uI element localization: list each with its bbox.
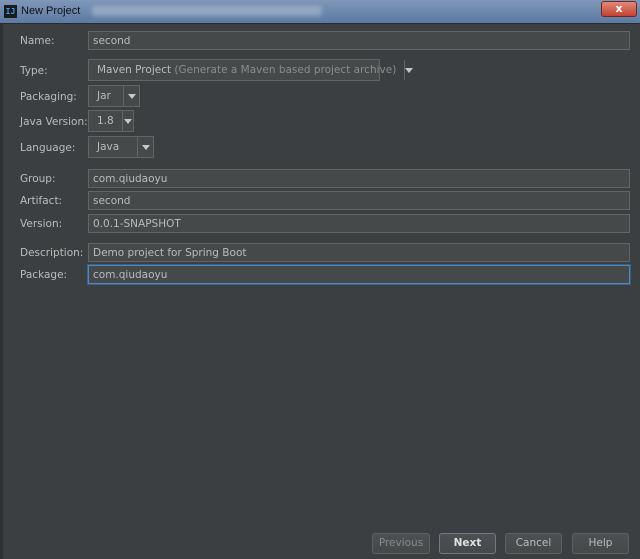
package-field[interactable]: com.qiudaoyu bbox=[88, 265, 630, 284]
type-hint: (Generate a Maven based project archive) bbox=[171, 64, 397, 76]
package-label: Package: bbox=[20, 269, 68, 281]
chevron-down-icon[interactable] bbox=[123, 86, 139, 106]
type-value: Maven Project bbox=[97, 64, 172, 76]
version-row: Version: 0.0.1-SNAPSHOT bbox=[0, 214, 640, 236]
packaging-row: Packaging: Jar bbox=[0, 85, 640, 107]
packaging-label: Packaging: bbox=[20, 91, 77, 103]
version-field[interactable]: 0.0.1-SNAPSHOT bbox=[88, 214, 630, 233]
previous-button-label: Previous bbox=[378, 537, 424, 549]
cancel-button-label: Cancel bbox=[515, 537, 552, 549]
next-button[interactable]: Next bbox=[439, 533, 496, 554]
artifact-label: Artifact: bbox=[20, 195, 63, 207]
close-button[interactable]: x bbox=[601, 1, 637, 17]
group-field[interactable]: com.qiudaoyu bbox=[88, 169, 630, 188]
description-row: Description: Demo project for Spring Boo… bbox=[0, 243, 640, 265]
language-row: Language: Java bbox=[0, 136, 640, 158]
chevron-down-icon[interactable] bbox=[137, 137, 153, 157]
help-button[interactable]: Help bbox=[572, 533, 629, 554]
button-bar: Previous Next Cancel Help bbox=[0, 533, 640, 555]
type-label: Type: bbox=[20, 65, 48, 77]
help-button-label: Help bbox=[588, 537, 613, 549]
name-field[interactable]: second bbox=[88, 31, 630, 50]
packaging-select[interactable]: Jar bbox=[88, 85, 140, 107]
artifact-field[interactable]: second bbox=[88, 191, 630, 210]
java-version-select[interactable]: 1.8 bbox=[88, 110, 134, 132]
intellij-icon: IJ bbox=[4, 5, 17, 18]
package-row: Package: com.qiudaoyu bbox=[0, 265, 640, 287]
title-bar: IJ New Project x bbox=[0, 0, 640, 24]
previous-button[interactable]: Previous bbox=[372, 533, 430, 554]
cancel-button[interactable]: Cancel bbox=[505, 533, 562, 554]
close-icon: x bbox=[615, 2, 623, 15]
type-select[interactable]: Maven Project (Generate a Maven based pr… bbox=[88, 59, 414, 81]
version-label: Version: bbox=[20, 218, 63, 230]
language-label: Language: bbox=[20, 142, 76, 154]
window-title: New Project bbox=[21, 5, 81, 17]
language-select[interactable]: Java bbox=[88, 136, 154, 158]
chevron-down-icon[interactable] bbox=[404, 60, 414, 80]
group-row: Group: com.qiudaoyu bbox=[0, 169, 640, 191]
artifact-row: Artifact: second bbox=[0, 191, 640, 213]
group-label: Group: bbox=[20, 173, 56, 185]
java-version-value: 1.8 bbox=[97, 115, 114, 127]
next-button-label: Next bbox=[453, 537, 482, 549]
java-version-row: Java Version: 1.8 bbox=[0, 110, 640, 132]
description-label: Description: bbox=[20, 247, 84, 259]
chevron-down-icon[interactable] bbox=[121, 111, 133, 131]
name-row: Name: second bbox=[0, 31, 640, 53]
blurred-title-area bbox=[92, 6, 322, 16]
name-label: Name: bbox=[20, 35, 55, 47]
language-value: Java bbox=[97, 141, 120, 153]
java-version-label: Java Version: bbox=[20, 116, 88, 128]
description-field[interactable]: Demo project for Spring Boot bbox=[88, 243, 630, 262]
packaging-value: Jar bbox=[97, 90, 111, 102]
type-row: Type: Maven Project (Generate a Maven ba… bbox=[0, 59, 640, 81]
